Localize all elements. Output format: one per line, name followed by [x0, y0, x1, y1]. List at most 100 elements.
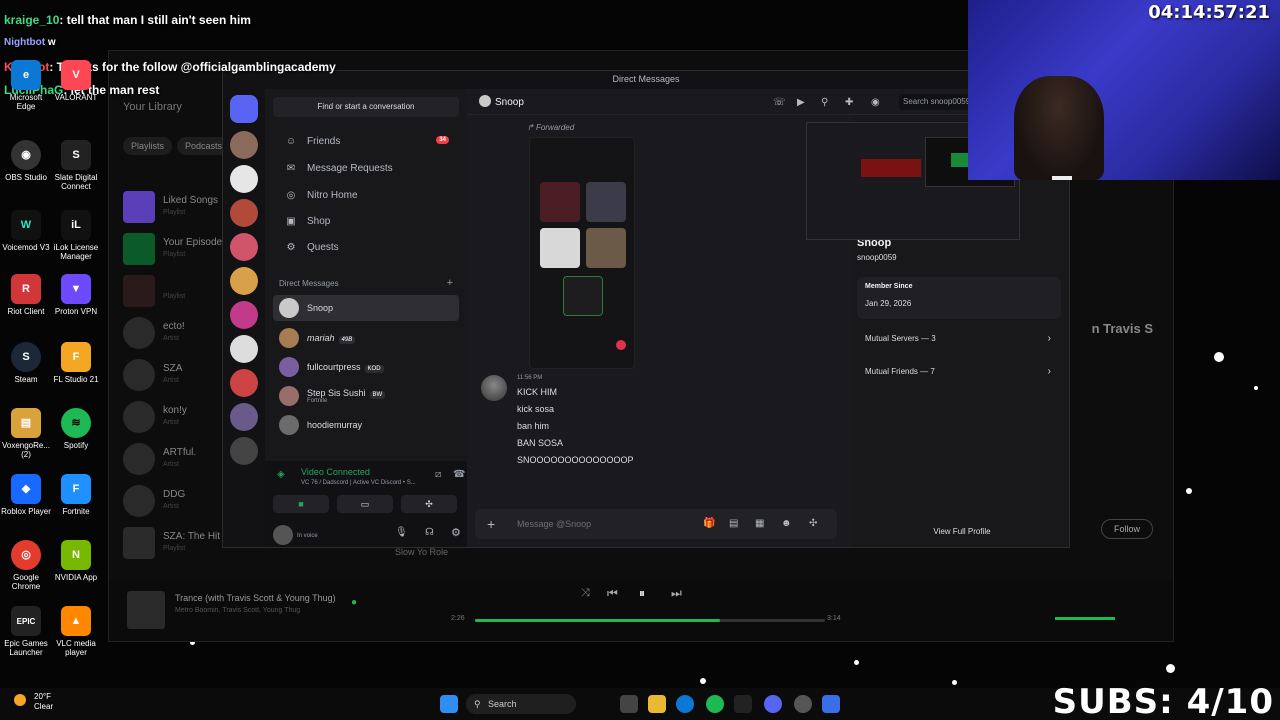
avatar[interactable]: [273, 525, 293, 545]
avatar[interactable]: [481, 375, 507, 401]
voice-channel[interactable]: VC 76 / Dadscord | Active VC Discord • S…: [301, 480, 416, 486]
server-icon[interactable]: [230, 301, 258, 329]
library-item[interactable]: Your Episodes Playlist: [123, 233, 233, 267]
desktop-icon-riot[interactable]: R Riot Client: [0, 274, 52, 316]
nav-friends[interactable]: ☺ Friends 34: [273, 129, 459, 153]
pause-icon[interactable]: ⏸: [639, 586, 645, 601]
server-icon[interactable]: [230, 437, 258, 465]
profile-icon[interactable]: ◉: [871, 97, 880, 108]
library-item[interactable]: ecto! Artist: [123, 317, 233, 351]
video-call-icon[interactable]: ▶: [797, 97, 805, 108]
message-composer[interactable]: + Message @Snoop 🎁 ▤ ▦ ☻ ✣: [475, 509, 837, 539]
edge-icon[interactable]: [676, 695, 694, 713]
desktop-icon-chrome[interactable]: ◎ Google Chrome: [0, 540, 52, 591]
file-explorer-icon[interactable]: [648, 695, 666, 713]
start-icon[interactable]: [440, 695, 458, 713]
server-icon[interactable]: [230, 199, 258, 227]
attach-plus-icon[interactable]: +: [487, 516, 495, 532]
add-friends-icon[interactable]: ✚: [845, 97, 853, 108]
view-full-profile-link[interactable]: View Full Profile: [853, 527, 1069, 536]
nav-message-requests[interactable]: ✉ Message Requests: [273, 156, 459, 180]
desktop-icon-ilok[interactable]: iL iLok License Manager: [50, 210, 102, 261]
follow-button[interactable]: Follow: [1100, 519, 1153, 539]
library-item[interactable]: SZA: The Hit Playlist: [123, 527, 233, 561]
nav-nitro-home[interactable]: ◎ Nitro Home: [273, 183, 459, 207]
app-icon[interactable]: [822, 695, 840, 713]
voice-status-title[interactable]: Video Connected: [301, 467, 370, 477]
library-item[interactable]: DDG Artist: [123, 485, 233, 519]
now-playing-artist[interactable]: Metro Boomin, Travis Scott, Young Thug: [175, 607, 300, 614]
server-icon[interactable]: [230, 267, 258, 295]
next-icon[interactable]: ⏭: [671, 586, 682, 601]
emoji-icon[interactable]: ☻: [781, 518, 792, 529]
server-icon[interactable]: [230, 335, 258, 363]
apps-icon[interactable]: ✣: [809, 518, 817, 529]
server-icon[interactable]: [230, 131, 258, 159]
desktop-icon-obs[interactable]: ◉ OBS Studio: [0, 140, 52, 182]
nav-shop[interactable]: ▣ Shop: [273, 209, 459, 233]
desktop-icon-valorant[interactable]: V VALORANT: [50, 60, 102, 102]
progress-bar[interactable]: [475, 619, 825, 622]
desktop-icon-proton-vpn[interactable]: ▼ Proton VPN: [50, 274, 102, 316]
camera-button[interactable]: ■: [273, 495, 329, 513]
desktop-icon-roblox[interactable]: ◆ Roblox Player: [0, 474, 52, 516]
dm-item-hoodiemurray[interactable]: hoodiemurray: [273, 412, 459, 438]
desktop-icon-voicemod[interactable]: W Voicemod V3: [0, 210, 52, 252]
server-icon[interactable]: [230, 233, 258, 261]
library-item[interactable]: SZA Artist: [123, 359, 233, 393]
obs-icon[interactable]: [794, 695, 812, 713]
desktop-icon-nvidia[interactable]: N NVIDIA App: [50, 540, 102, 582]
desktop-icon-voxengo[interactable]: ▤ VoxengoRe... (2): [0, 408, 52, 459]
previous-icon[interactable]: ⏮: [607, 586, 618, 601]
library-item[interactable]: ARTful. Artist: [123, 443, 233, 477]
add-dm-icon[interactable]: +: [447, 277, 453, 289]
server-icon[interactable]: [230, 403, 258, 431]
forwarded-screenshot[interactable]: [529, 137, 635, 369]
disconnect-icon[interactable]: ☎: [453, 469, 465, 480]
gift-icon[interactable]: 🎁: [703, 518, 715, 529]
dm-item-mariah[interactable]: mariah 49B: [273, 325, 459, 351]
discord-icon[interactable]: [764, 695, 782, 713]
weather-widget[interactable]: 20°F Clear: [34, 692, 53, 712]
find-conversation-button[interactable]: Find or start a conversation: [273, 97, 459, 117]
desktop-icon-epic-games[interactable]: EPIC Epic Games Launcher: [0, 606, 52, 657]
server-icon[interactable]: [230, 369, 258, 397]
now-playing-title[interactable]: Trance (with Travis Scott & Young Thug): [175, 593, 336, 603]
headphones-icon[interactable]: ☊: [425, 527, 434, 538]
desktop-icon-fortnite[interactable]: F Fortnite: [50, 474, 102, 516]
chat-recipient-name[interactable]: Snoop: [495, 97, 524, 108]
weather-icon[interactable]: [14, 694, 26, 706]
chip-playlists[interactable]: Playlists: [123, 137, 173, 155]
mutual-friends-row[interactable]: Mutual Friends — 7 ›: [857, 358, 1061, 386]
shuffle-icon[interactable]: ⤨: [581, 587, 590, 600]
voicemod-icon[interactable]: [734, 695, 752, 713]
screen-share-button[interactable]: ▭: [337, 495, 393, 513]
desktop-icon-microsoft-edge[interactable]: e Microsoft Edge: [0, 60, 52, 111]
gif-icon[interactable]: ▤: [729, 518, 738, 529]
mutual-servers-row[interactable]: Mutual Servers — 3 ›: [857, 325, 1061, 353]
taskbar-search[interactable]: ⚲ Search: [466, 694, 576, 714]
saved-check-icon[interactable]: ●: [351, 597, 357, 608]
noise-suppression-icon[interactable]: ⧄: [435, 469, 441, 480]
dm-item-fullcourtpress[interactable]: fullcourtpress KOD: [273, 354, 459, 380]
activities-button[interactable]: ✣: [401, 495, 457, 513]
dm-item-step-sis-sushi[interactable]: Step Sis Sushi BW Fortnite: [273, 383, 459, 409]
server-icon[interactable]: [230, 165, 258, 193]
discord-home-icon[interactable]: [230, 95, 258, 123]
spotify-icon[interactable]: [706, 695, 724, 713]
pin-icon[interactable]: ⚲: [821, 97, 828, 108]
sticker-icon[interactable]: ▦: [755, 518, 764, 529]
desktop-icon-vlc[interactable]: ▲ VLC media player: [50, 606, 102, 657]
settings-gear-icon[interactable]: ⚙: [451, 526, 461, 539]
task-view-icon[interactable]: [620, 695, 638, 713]
library-item[interactable]: Playlist: [123, 275, 233, 309]
desktop-icon-spotify[interactable]: ≋ Spotify: [50, 408, 102, 450]
voice-call-icon[interactable]: ☏: [773, 97, 786, 108]
dm-item-snoop[interactable]: Snoop: [273, 295, 459, 321]
volume-slider[interactable]: [1055, 617, 1115, 620]
library-item[interactable]: kon!y Artist: [123, 401, 233, 435]
desktop-icon-steam[interactable]: S Steam: [0, 342, 52, 384]
desktop-icon-slate-digital[interactable]: S Slate Digital Connect: [50, 140, 102, 191]
search-input[interactable]: Search snoop0059: [899, 94, 969, 110]
nav-quests[interactable]: ⚙ Quests: [273, 235, 459, 259]
